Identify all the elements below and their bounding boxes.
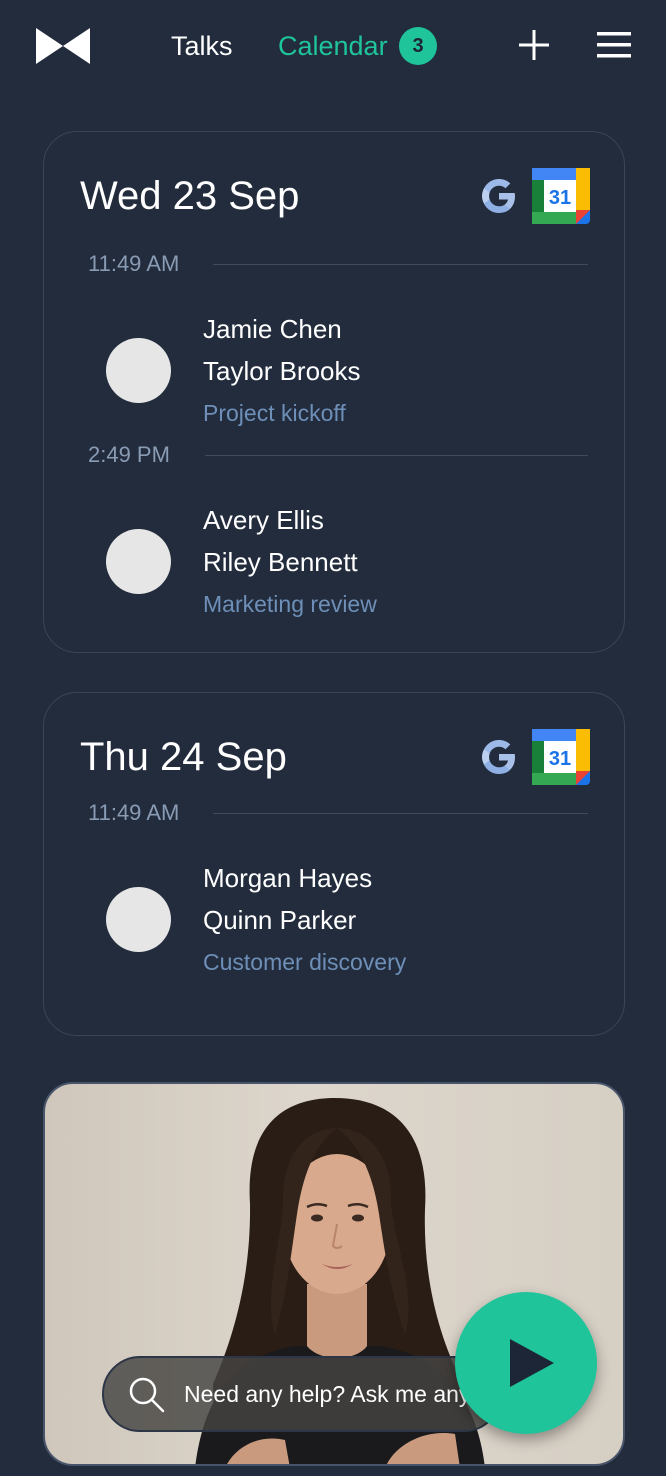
participant-name: Taylor Brooks — [203, 356, 361, 386]
day-date-heading: Thu 24 Sep — [80, 735, 287, 779]
nav-talks-tab[interactable]: Talks — [171, 30, 233, 62]
divider-line — [205, 455, 588, 456]
time-divider: 11:49 AM — [88, 798, 588, 828]
participant-name: Avery Ellis — [203, 505, 324, 535]
time-divider: 2:49 PM — [88, 440, 588, 470]
day-card: Wed 23 Sep 31 11:49 AM Jamie Chen Taylor… — [43, 131, 625, 653]
google-calendar-icon[interactable]: 31 — [532, 168, 590, 224]
avatar[interactable] — [106, 529, 171, 594]
participant-name: Jamie Chen — [203, 314, 342, 344]
meeting-title-link[interactable]: Customer discovery — [203, 947, 406, 977]
time-divider: 11:49 AM — [88, 249, 588, 279]
google-calendar-icon[interactable]: 31 — [532, 729, 590, 785]
calendar-day-number: 31 — [549, 187, 571, 209]
meeting-title-link[interactable]: Marketing review — [203, 589, 377, 619]
participant-name: Morgan Hayes — [203, 863, 373, 893]
play-button[interactable] — [455, 1292, 597, 1434]
assistant-search-bar[interactable]: Need any help? Ask me anything — [102, 1356, 502, 1432]
search-icon — [129, 1377, 165, 1413]
google-icon[interactable] — [480, 738, 518, 776]
participant-name: Riley Bennett — [203, 547, 358, 577]
meeting-time: 2:49 PM — [88, 442, 170, 467]
avatar[interactable] — [106, 338, 171, 403]
search-input[interactable]: Need any help? Ask me anything — [184, 1379, 474, 1409]
day-date-heading: Wed 23 Sep — [80, 174, 300, 218]
meeting-time: 11:49 AM — [88, 251, 180, 276]
plus-icon[interactable] — [518, 29, 550, 61]
divider-line — [213, 264, 588, 265]
day-card: Thu 24 Sep 31 11:49 AM Morgan Hayes Quin… — [43, 692, 625, 1036]
divider-line — [213, 813, 588, 814]
top-nav-bar: Talks Calendar 3 — [0, 0, 666, 92]
play-icon — [510, 1339, 554, 1387]
hamburger-menu-icon[interactable] — [597, 32, 631, 58]
meeting-title-link[interactable]: Project kickoff — [203, 398, 346, 428]
calendar-count-badge: 3 — [399, 27, 437, 65]
participant-name: Quinn Parker — [203, 905, 357, 935]
calendar-day-number: 31 — [549, 748, 571, 770]
meeting-time: 11:49 AM — [88, 800, 180, 825]
google-icon[interactable] — [480, 177, 518, 215]
avatar[interactable] — [106, 887, 171, 952]
nav-calendar-tab[interactable]: Calendar — [278, 30, 388, 62]
bowtie-logo-icon[interactable] — [36, 28, 90, 64]
